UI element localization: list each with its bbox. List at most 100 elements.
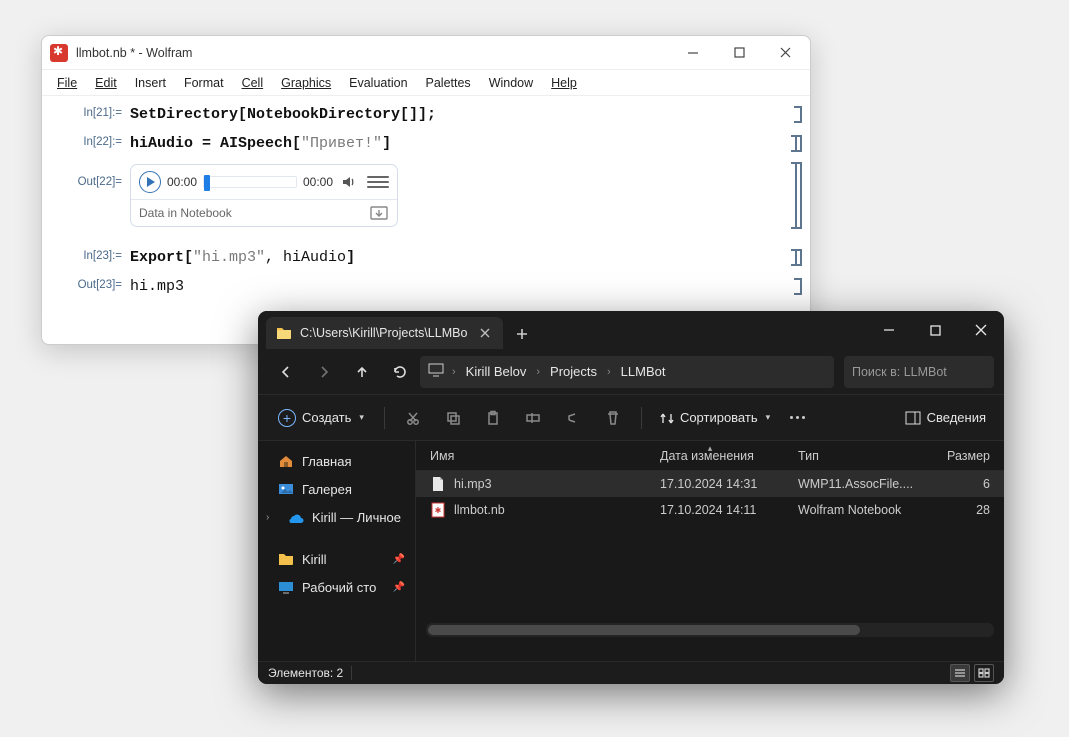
menu-graphics[interactable]: Graphics — [272, 74, 340, 92]
menu-insert[interactable]: Insert — [126, 74, 175, 92]
delete-button[interactable] — [595, 402, 631, 434]
up-button[interactable] — [344, 355, 380, 389]
file-list: ▴ Имя Дата изменения Тип Размер hi.mp3 1… — [416, 441, 1004, 661]
chevron-down-icon: ▾ — [766, 412, 771, 423]
column-size[interactable]: Размер — [934, 449, 990, 463]
cell-bracket-icon[interactable] — [794, 249, 802, 266]
cell-label-out22: Out[22]= — [60, 162, 130, 188]
explorer-tabbar: C:\Users\Kirill\Projects\LLMBo — [258, 311, 1004, 349]
chevron-right-icon: › — [452, 366, 456, 378]
copy-button[interactable] — [435, 402, 471, 434]
chevron-down-icon: ▾ — [359, 412, 364, 423]
cut-button[interactable] — [395, 402, 431, 434]
share-button[interactable] — [555, 402, 591, 434]
menu-cell[interactable]: Cell — [233, 74, 273, 92]
pc-icon — [428, 363, 444, 380]
audio-widget: 00:00 00:00 Data in Notebook — [130, 164, 398, 227]
cell-label-in21: In[21]:= — [60, 104, 130, 119]
wolfram-titlebar: llmbot.nb * - Wolfram — [42, 36, 810, 70]
cell-bracket-icon[interactable] — [794, 106, 802, 123]
menu-format[interactable]: Format — [175, 74, 233, 92]
forward-button[interactable] — [306, 355, 342, 389]
audio-menu-button[interactable] — [367, 172, 389, 192]
details-pane-button[interactable]: Сведения — [897, 402, 994, 434]
close-button[interactable] — [762, 37, 808, 69]
breadcrumb-projects[interactable]: Projects — [544, 361, 603, 382]
scrollbar-thumb[interactable] — [428, 625, 860, 635]
volume-button[interactable] — [339, 173, 357, 191]
cell-bracket-icon[interactable] — [794, 162, 802, 229]
menu-help[interactable]: Help — [542, 74, 586, 92]
divider — [384, 407, 385, 429]
cell-label-in22: In[22]:= — [60, 133, 130, 148]
cell-content-out23: hi.mp3 — [130, 276, 808, 297]
sidebar-item-desktop[interactable]: Рабочий сто 📌 — [258, 573, 415, 601]
cell-content-in21[interactable]: SetDirectory[NotebookDirectory[]]; — [130, 104, 808, 125]
file-row[interactable]: hi.mp3 17.10.2024 14:31 WMP11.AssocFile.… — [416, 471, 1004, 497]
sidebar-item-kirill[interactable]: Kirill 📌 — [258, 545, 415, 573]
view-icons-button[interactable] — [974, 664, 994, 682]
explorer-close-button[interactable] — [958, 311, 1004, 349]
audio-caption: Data in Notebook — [139, 206, 232, 220]
cell-bracket-icon[interactable] — [794, 135, 802, 152]
audio-time-current: 00:00 — [167, 175, 197, 189]
sort-button[interactable]: Сортировать ▾ — [652, 402, 778, 434]
view-details-button[interactable] — [950, 664, 970, 682]
play-button[interactable] — [139, 171, 161, 193]
audio-seek-slider[interactable] — [203, 176, 297, 188]
sidebar-item-gallery[interactable]: Галерея — [258, 475, 415, 503]
cell-label-out23: Out[23]= — [60, 276, 130, 291]
explorer-statusbar: Элементов: 2 — [258, 661, 1004, 684]
chevron-right-icon: › — [536, 366, 540, 378]
explorer-maximize-button[interactable] — [912, 311, 958, 349]
breadcrumb-llmbot[interactable]: LLMBot — [615, 361, 672, 382]
menu-edit[interactable]: Edit — [86, 74, 126, 92]
minimize-button[interactable] — [670, 37, 716, 69]
sidebar-item-home[interactable]: Главная — [258, 447, 415, 475]
menu-evaluation[interactable]: Evaluation — [340, 74, 416, 92]
onedrive-icon — [288, 509, 304, 525]
explorer-body: Главная Галерея › Kirill — Личное Kirill… — [258, 441, 1004, 661]
file-row[interactable]: ✱ llmbot.nb 17.10.2024 14:11 Wolfram Not… — [416, 497, 1004, 523]
plus-circle-icon: + — [278, 409, 296, 427]
explorer-tab-title: C:\Users\Kirill\Projects\LLMBo — [300, 326, 467, 340]
horizontal-scrollbar[interactable] — [426, 623, 994, 637]
more-button[interactable] — [782, 416, 813, 419]
new-tab-button[interactable] — [507, 319, 537, 349]
notebook-body[interactable]: In[21]:= SetDirectory[NotebookDirectory[… — [42, 96, 810, 303]
breadcrumb-user[interactable]: Kirill Belov — [460, 361, 533, 382]
chevron-right-icon: › — [266, 512, 276, 523]
file-date: 17.10.2024 14:11 — [660, 503, 790, 517]
menu-file[interactable]: File — [48, 74, 86, 92]
explorer-minimize-button[interactable] — [866, 311, 912, 349]
chevron-right-icon: › — [607, 366, 611, 378]
sort-indicator-icon: ▴ — [708, 443, 713, 454]
cell-content-out22: 00:00 00:00 Data in Notebook — [130, 162, 808, 229]
tab-close-button[interactable] — [475, 323, 495, 343]
cell-bracket-icon[interactable] — [794, 278, 802, 295]
file-type: WMP11.AssocFile.... — [798, 477, 926, 491]
back-button[interactable] — [268, 355, 304, 389]
breadcrumb[interactable]: › Kirill Belov › Projects › LLMBot — [420, 356, 834, 388]
rename-button[interactable] — [515, 402, 551, 434]
column-date[interactable]: Дата изменения — [660, 449, 790, 463]
column-type[interactable]: Тип — [798, 449, 926, 463]
divider — [641, 407, 642, 429]
sidebar-item-onedrive[interactable]: › Kirill — Личное — [258, 503, 415, 531]
new-button[interactable]: + Создать ▾ — [268, 402, 374, 434]
menu-palettes[interactable]: Palettes — [417, 74, 480, 92]
file-name: hi.mp3 — [454, 477, 492, 491]
folder-icon — [276, 325, 292, 341]
wolfram-menubar: File Edit Insert Format Cell Graphics Ev… — [42, 70, 810, 96]
audio-export-button[interactable] — [369, 205, 389, 221]
paste-button[interactable] — [475, 402, 511, 434]
column-name[interactable]: Имя — [430, 449, 652, 463]
explorer-window: C:\Users\Kirill\Projects\LLMBo › Kirill … — [258, 311, 1004, 684]
menu-window[interactable]: Window — [480, 74, 542, 92]
refresh-button[interactable] — [382, 355, 418, 389]
cell-content-in23[interactable]: Export["hi.mp3", hiAudio] — [130, 247, 808, 268]
explorer-tab[interactable]: C:\Users\Kirill\Projects\LLMBo — [266, 317, 503, 349]
maximize-button[interactable] — [716, 37, 762, 69]
search-input[interactable]: Поиск в: LLMBot — [844, 356, 994, 388]
cell-content-in22[interactable]: hiAudio = AISpeech["Привет!"] — [130, 133, 808, 154]
